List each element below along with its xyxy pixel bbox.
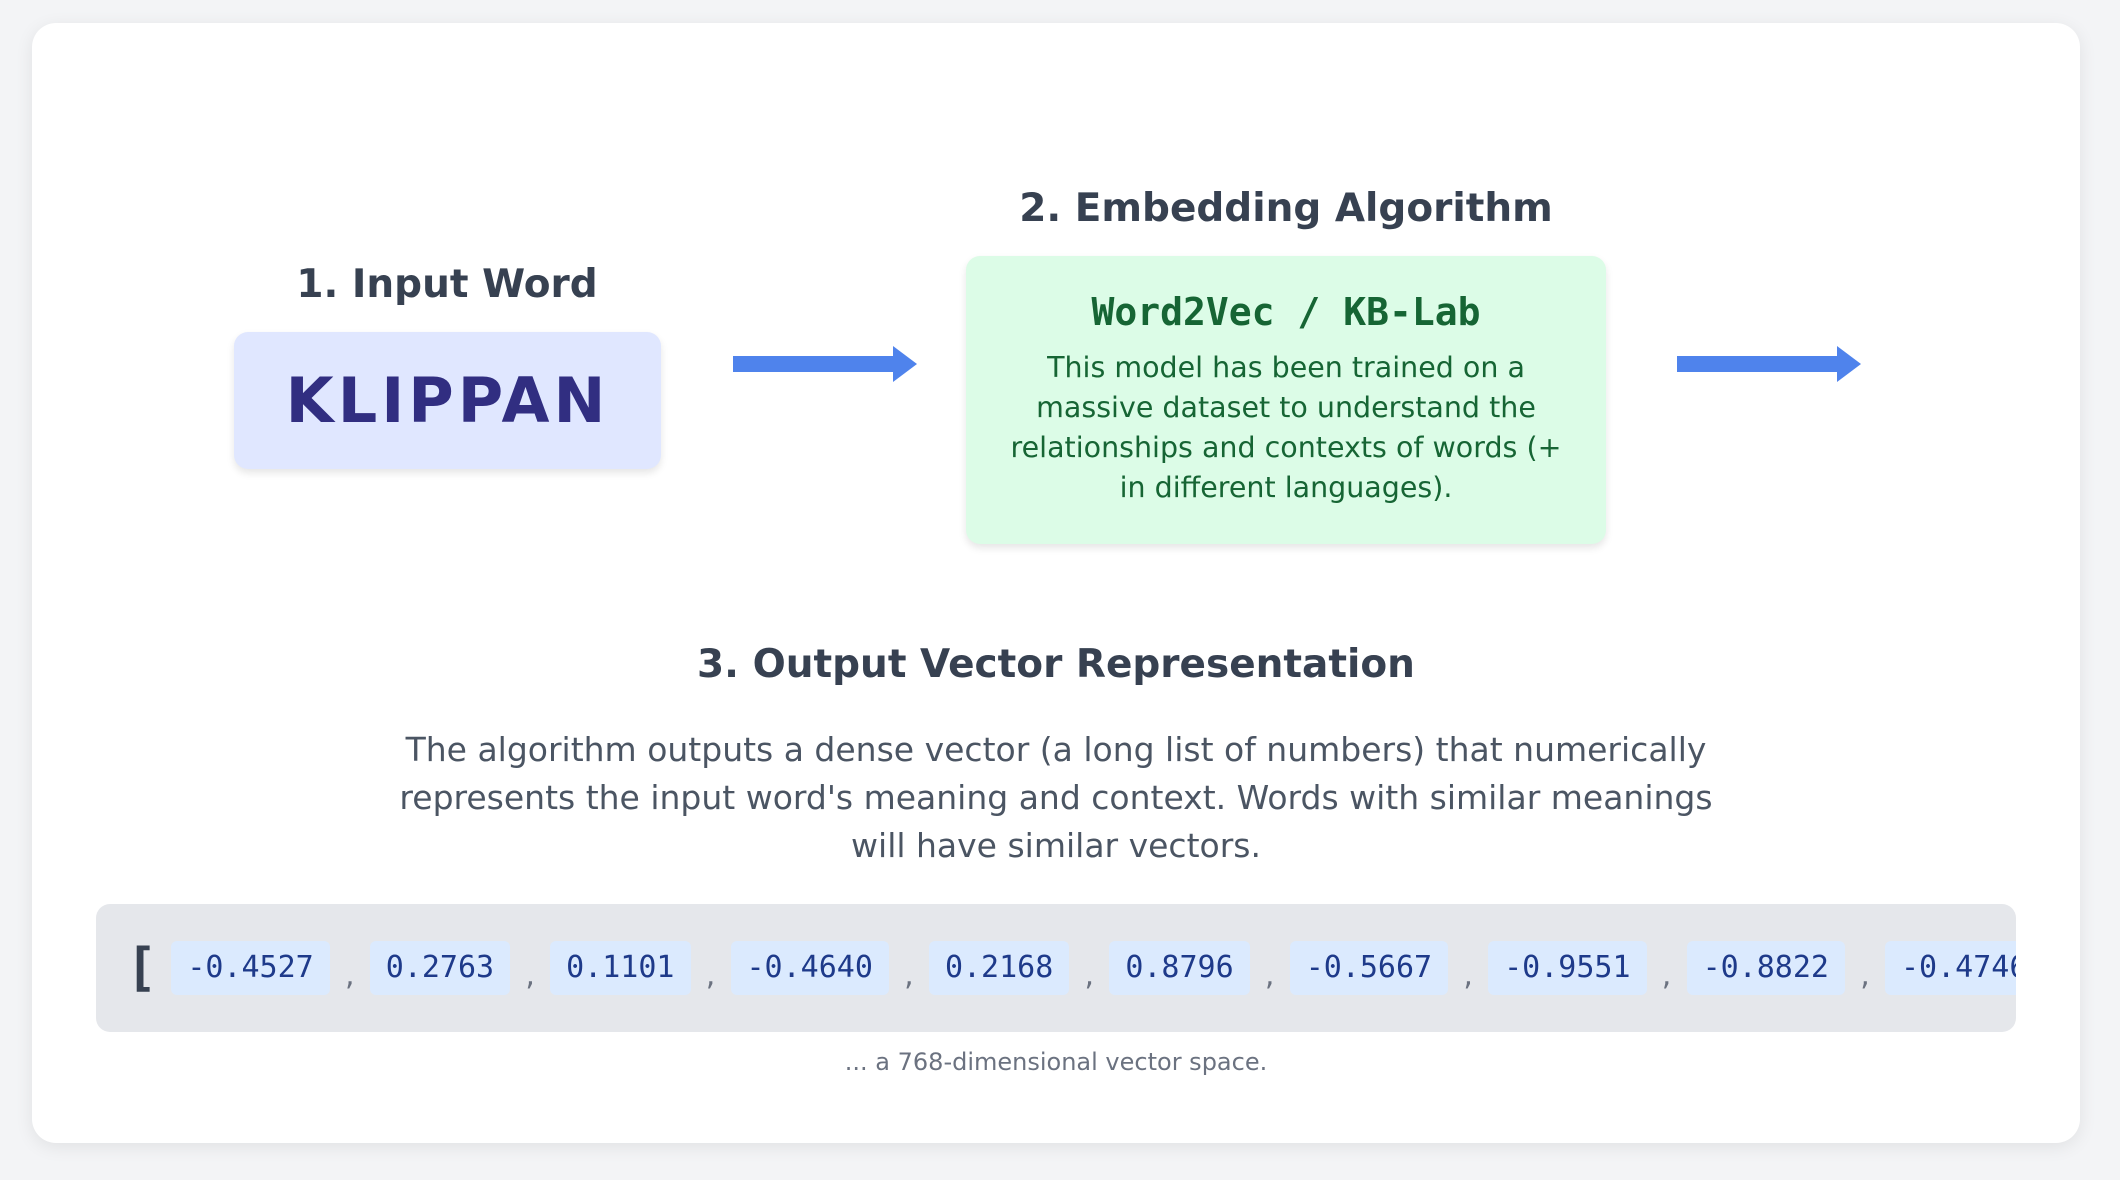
vector-separator: , xyxy=(705,957,716,993)
vector-value: 0.1101 xyxy=(550,941,691,995)
vector-separator: , xyxy=(1661,957,1672,993)
open-bracket: [ xyxy=(126,938,158,998)
vector-separator: , xyxy=(904,957,914,993)
vector-value: 0.2763 xyxy=(369,941,511,995)
vector-value: -0.8822 xyxy=(1686,941,1845,995)
algorithm-description: This model has been trained on a massive… xyxy=(1010,351,1562,504)
vector-separator: , xyxy=(1084,957,1095,993)
vector-value: -0.4746 xyxy=(1885,941,2016,995)
output-description: The algorithm outputs a dense vector (a … xyxy=(399,730,1713,865)
input-word-title: 1. Input Word xyxy=(296,262,598,307)
vector-value: -0.9551 xyxy=(1488,941,1647,995)
vector-value: -0.5667 xyxy=(1289,941,1449,995)
algorithm-name: Word2Vec / KB-Lab xyxy=(1091,290,1481,334)
vector-value: -0.4527 xyxy=(171,941,330,995)
vector-value: 0.8796 xyxy=(1109,941,1250,995)
vector-separator: , xyxy=(344,957,355,993)
vector-separator: , xyxy=(525,957,535,993)
algorithm-title: 2. Embedding Algorithm xyxy=(1019,186,1553,231)
algorithm-box: Word2Vec / KB-Lab This model has been tr… xyxy=(966,256,1606,544)
vector-value: 0.2168 xyxy=(928,941,1070,995)
vector-row: [ -0.4527, 0.2763, 0.1101, -0.4640, 0.2168, 0… xyxy=(126,904,2016,1032)
arrow-right-icon xyxy=(733,346,917,382)
output-title: 3. Output Vector Representation xyxy=(697,642,1415,687)
vector-footnote: ... a 768-dimensional vector space. xyxy=(844,1048,1268,1076)
input-word: KLIPPAN xyxy=(285,364,610,437)
vector-separator: , xyxy=(1463,957,1473,993)
input-word-box: KLIPPAN xyxy=(234,332,661,469)
vector-value: -0.4640 xyxy=(730,941,889,995)
vector-separator: , xyxy=(1860,957,1870,993)
arrow-right-icon xyxy=(1677,346,1861,382)
vector-separator: , xyxy=(1264,957,1275,993)
vector-display: [ -0.4527, 0.2763, 0.1101, -0.4640, 0.2168, 0… xyxy=(96,904,2016,1032)
